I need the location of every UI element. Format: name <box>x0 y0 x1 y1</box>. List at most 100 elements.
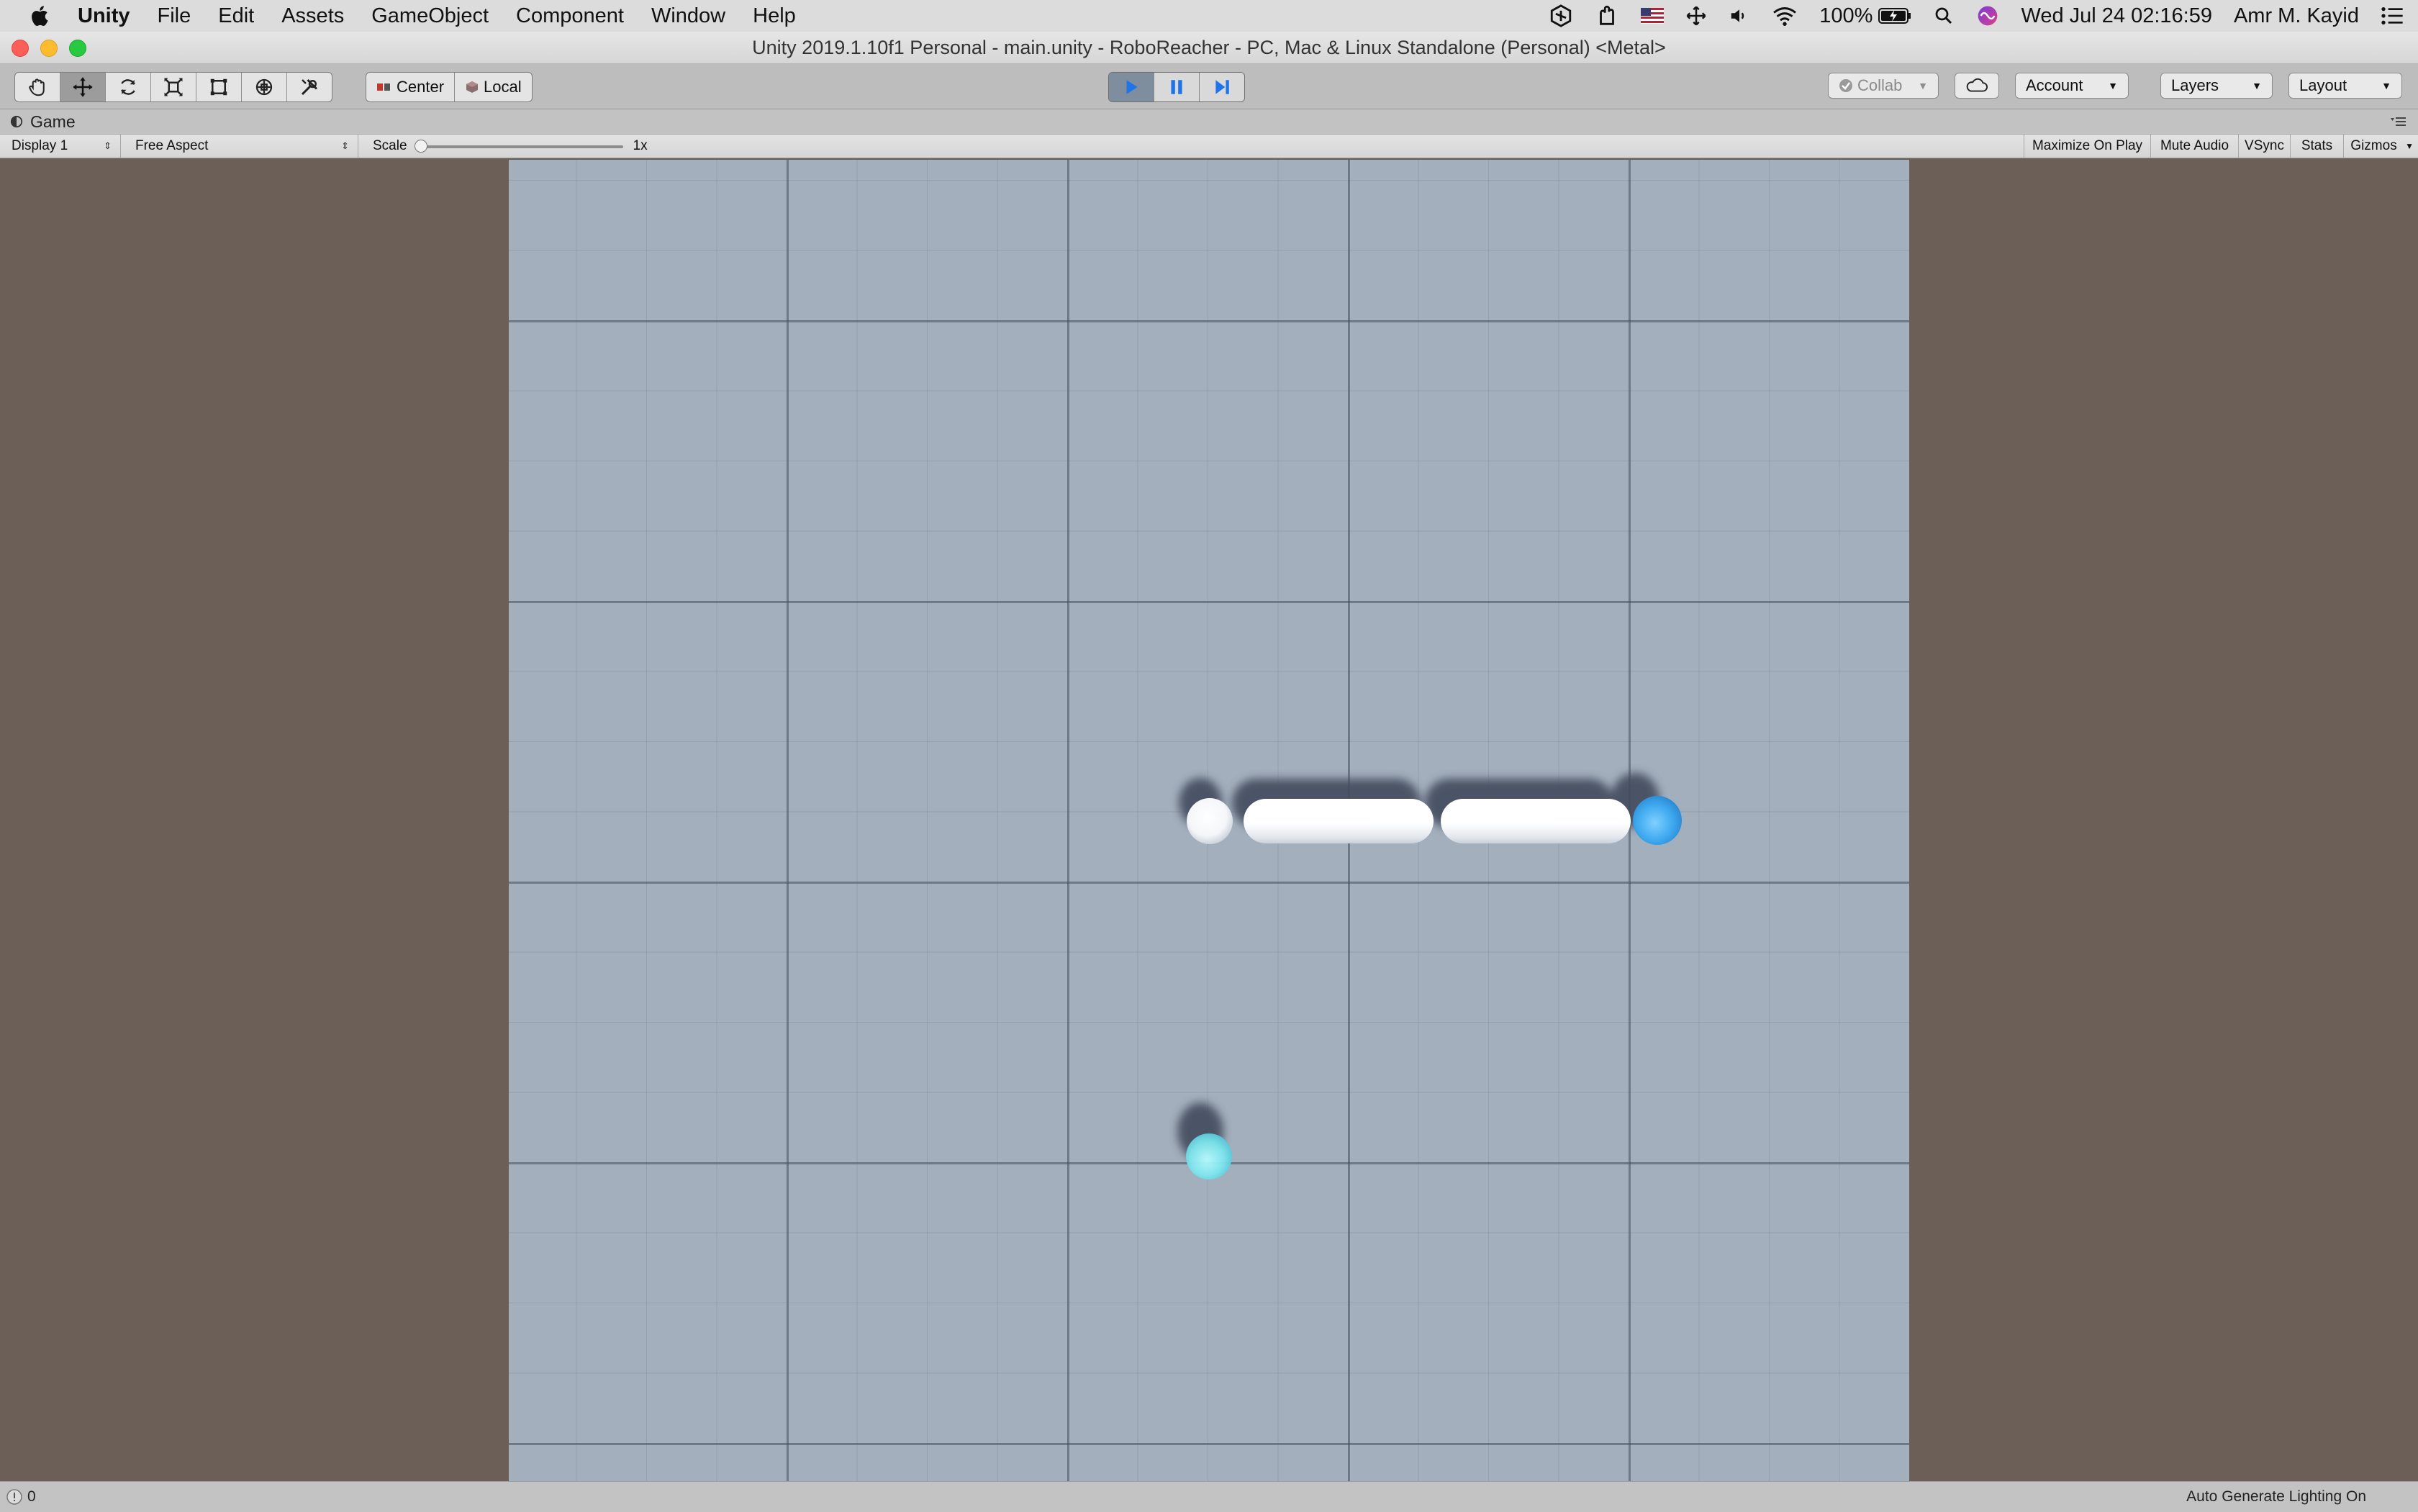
scale-value: 1x <box>633 138 648 153</box>
pause-button[interactable] <box>1154 73 1200 101</box>
pivot-local-label: Local <box>484 78 522 96</box>
tab-game[interactable]: Game <box>10 109 76 134</box>
gizmos-label: Gizmos <box>2350 138 2397 153</box>
display-label: Display 1 <box>12 138 68 153</box>
window-title-bar: Unity 2019.1.10f1 Personal - main.unity … <box>0 32 2418 64</box>
aspect-dropdown[interactable]: Free Aspect ⇕ <box>124 135 358 158</box>
menubar-clock[interactable]: Wed Jul 24 02:16:59 <box>2021 4 2212 28</box>
stats-label: Stats <box>2301 138 2333 153</box>
account-dropdown[interactable]: Account ▼ <box>2015 73 2129 99</box>
battery-percent: 100% <box>1819 4 1873 27</box>
pivot-toggles: Center Local <box>366 72 533 102</box>
game-tab-bar: Game <box>0 109 2418 135</box>
pivot-center-label: Center <box>397 78 445 96</box>
menu-component[interactable]: Component <box>516 4 624 28</box>
pivot-local-toggle[interactable]: Local <box>455 73 532 101</box>
hand-status-icon[interactable] <box>1595 4 1619 28</box>
rect-tool-icon[interactable] <box>196 73 242 101</box>
cloud-button[interactable] <box>1955 73 1999 99</box>
vsync-toggle[interactable]: VSync <box>2238 135 2290 158</box>
vsync-label: VSync <box>2245 138 2284 153</box>
account-caret-icon: ▼ <box>2108 80 2118 91</box>
cloud-icon <box>1966 78 1988 92</box>
display-arrows-icon: ⇕ <box>104 140 112 151</box>
scale-slider-track <box>414 145 623 148</box>
game-viewport[interactable] <box>0 158 2418 1481</box>
custom-tools-icon[interactable] <box>287 73 332 101</box>
move-status-icon[interactable] <box>1685 5 1707 27</box>
collab-caret-icon: ▼ <box>1918 80 1928 91</box>
wifi-icon[interactable] <box>1772 5 1798 27</box>
maximize-on-play-toggle[interactable]: Maximize On Play <box>2024 135 2150 158</box>
status-bar: 0 Auto Generate Lighting On <box>0 1481 2418 1512</box>
pause-icon <box>1171 80 1182 94</box>
pivot-center-icon <box>377 83 390 91</box>
play-button[interactable] <box>1109 73 1154 101</box>
arm-base-joint <box>1187 798 1233 844</box>
stats-toggle[interactable]: Stats <box>2290 135 2343 158</box>
step-button[interactable] <box>1200 73 1244 101</box>
console-count[interactable]: 0 <box>6 1482 36 1512</box>
menubar-user[interactable]: Amr M. Kayid <box>2234 4 2359 28</box>
playmode-controls <box>1108 72 1245 102</box>
console-info-icon <box>6 1489 22 1505</box>
unity-status-icon[interactable] <box>1549 4 1573 28</box>
lighting-status-label: Auto Generate Lighting On <box>2186 1488 2366 1505</box>
aspect-label: Free Aspect <box>135 138 209 153</box>
scene-render <box>1177 773 1682 1180</box>
siri-icon[interactable] <box>1976 4 1999 27</box>
target-sphere <box>1186 1133 1232 1180</box>
collab-check-icon <box>1839 79 1852 92</box>
panel-menu-icon[interactable] <box>2389 117 2406 127</box>
display-dropdown[interactable]: Display 1 ⇕ <box>0 135 121 158</box>
scale-tool-icon[interactable] <box>151 73 196 101</box>
transform-tools <box>14 72 332 102</box>
local-cube-icon <box>466 81 479 93</box>
rotate-tool-icon[interactable] <box>106 73 151 101</box>
aspect-arrows-icon: ⇕ <box>341 140 349 151</box>
menu-file[interactable]: File <box>158 4 191 28</box>
volume-icon[interactable] <box>1729 5 1750 27</box>
apple-logo-icon[interactable] <box>27 3 53 29</box>
menu-edit[interactable]: Edit <box>218 4 254 28</box>
us-flag-icon[interactable] <box>1641 8 1665 24</box>
hand-tool-icon[interactable] <box>15 73 60 101</box>
menu-gameobject[interactable]: GameObject <box>371 4 489 28</box>
menu-app-unity[interactable]: Unity <box>78 4 130 28</box>
scale-label: Scale <box>373 138 407 153</box>
account-label: Account <box>2026 76 2083 94</box>
step-icon <box>1215 80 1229 94</box>
transform-tool-icon[interactable] <box>242 73 287 101</box>
end-effector-sphere <box>1633 796 1682 845</box>
tab-game-label: Game <box>30 112 76 131</box>
pivot-center-toggle[interactable]: Center <box>366 73 456 101</box>
notification-center-icon[interactable] <box>2381 6 2404 26</box>
move-tool-icon[interactable] <box>60 73 106 101</box>
battery-icon[interactable] <box>1878 7 1911 24</box>
spotlight-search-icon[interactable] <box>1933 5 1955 27</box>
mute-audio-toggle[interactable]: Mute Audio <box>2150 135 2238 158</box>
gizmos-caret-icon: ▼ <box>2405 141 2414 151</box>
collab-label: Collab <box>1857 76 1903 94</box>
collab-dropdown[interactable]: Collab ▼ <box>1828 73 1939 99</box>
menu-window[interactable]: Window <box>651 4 725 28</box>
menu-help[interactable]: Help <box>753 4 796 28</box>
arm-segment-1 <box>1244 799 1434 843</box>
scale-slider[interactable] <box>414 139 623 153</box>
layers-dropdown[interactable]: Layers ▼ <box>2160 73 2273 99</box>
layout-dropdown[interactable]: Layout ▼ <box>2288 73 2402 99</box>
scale-slider-thumb[interactable] <box>414 140 427 153</box>
arm-segment-2 <box>1441 799 1631 843</box>
layers-caret-icon: ▼ <box>2252 80 2262 91</box>
game-view-control-bar: Display 1 ⇕ Free Aspect ⇕ Scale 1x Maxim… <box>0 135 2418 158</box>
scale-control: Scale 1x <box>361 135 664 158</box>
window-title: Unity 2019.1.10f1 Personal - main.unity … <box>752 37 1666 58</box>
macos-menu-bar: Unity File Edit Assets GameObject Compon… <box>0 0 2418 32</box>
layout-caret-icon: ▼ <box>2381 80 2391 91</box>
console-count-value: 0 <box>27 1488 36 1505</box>
game-tab-icon <box>10 115 23 128</box>
menu-assets[interactable]: Assets <box>281 4 344 28</box>
lighting-status[interactable]: Auto Generate Lighting On <box>2186 1482 2366 1512</box>
play-icon <box>1126 80 1138 94</box>
gizmos-dropdown[interactable]: Gizmos ▼ <box>2343 135 2418 158</box>
